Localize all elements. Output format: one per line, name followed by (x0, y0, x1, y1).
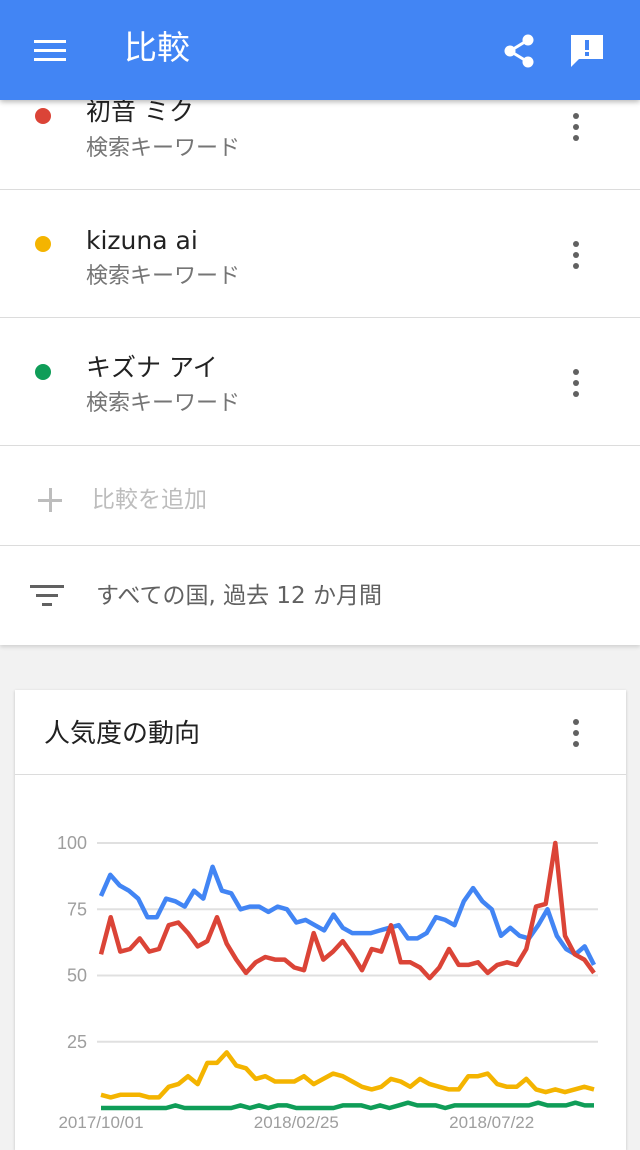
app-bar: 比較 (0, 0, 640, 100)
x-tick-label: 2017/10/01 (58, 1113, 143, 1132)
term-color-dot (35, 108, 51, 124)
term-color-dot (35, 364, 51, 380)
term-type: 検索キーワード (86, 264, 241, 289)
y-tick-label: 50 (67, 966, 87, 986)
series-line-4 (101, 1100, 594, 1111)
term-more-icon[interactable] (564, 365, 588, 401)
term-row-3[interactable]: キズナ アイ 検索キーワード (0, 318, 640, 446)
feedback-icon[interactable] (568, 32, 606, 70)
menu-icon[interactable] (34, 40, 66, 62)
term-more-icon[interactable] (564, 109, 588, 145)
trend-chart: 25 50 75 100 2017/10/01 2018/02/25 2018/07/22 (57, 833, 598, 1132)
y-tick-label: 75 (67, 899, 87, 919)
page-title: 比較 (124, 28, 190, 67)
term-row-2[interactable]: kizuna ai 検索キーワード (0, 190, 640, 318)
add-compare-label: 比較を追加 (92, 487, 207, 513)
term-name: キズナ アイ (86, 353, 218, 382)
plus-icon (38, 488, 62, 512)
series-line-2 (98, 840, 596, 981)
series-line-3 (100, 1050, 595, 1100)
filter-icon (30, 585, 64, 609)
share-icon[interactable] (500, 32, 538, 70)
filter-label: すべての国, 過去 12 か月間 (96, 583, 382, 609)
term-name: kizuna ai (86, 226, 198, 255)
interest-over-time-card: 人気度の動向 25 50 75 100 2017/10/01 2018/02/25 2018… (15, 690, 626, 1150)
term-type: 検索キーワード (86, 391, 241, 416)
term-name: 初音 ミク (86, 97, 194, 126)
x-tick-label: 2018/02/25 (254, 1113, 339, 1132)
term-more-icon[interactable] (564, 237, 588, 273)
term-type: 検索キーワード (86, 136, 241, 161)
y-tick-label: 25 (67, 1032, 87, 1052)
term-color-dot (35, 236, 51, 252)
y-tick-label: 100 (57, 833, 87, 853)
x-tick-label: 2018/07/22 (449, 1113, 534, 1132)
